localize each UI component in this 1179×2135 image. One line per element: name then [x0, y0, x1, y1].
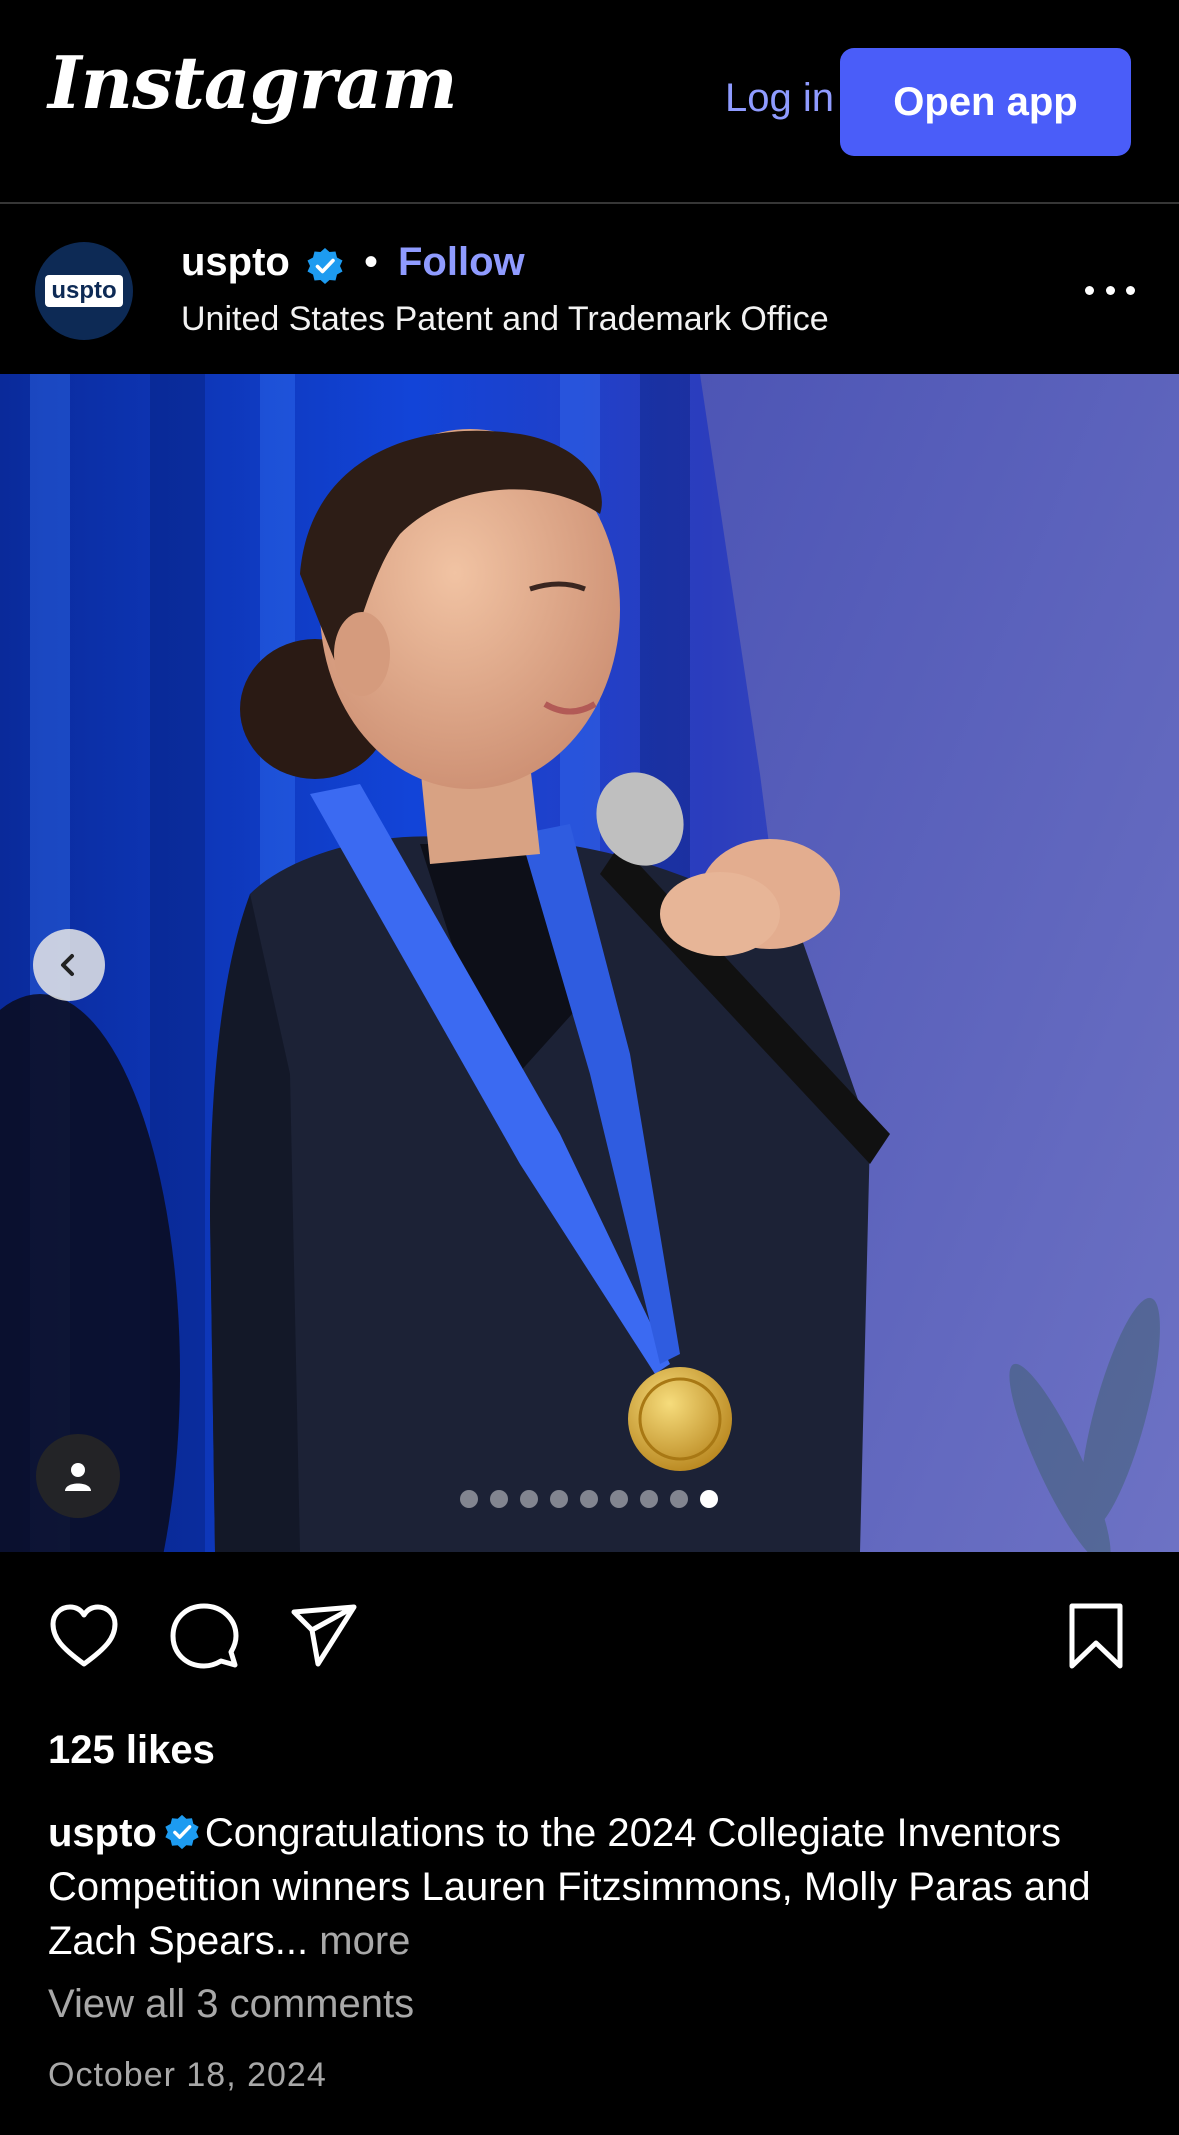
- login-link[interactable]: Log in: [725, 76, 834, 121]
- carousel-dot: [490, 1490, 508, 1508]
- post-image[interactable]: [0, 374, 1179, 1552]
- avatar-logo-text: uspto: [45, 275, 123, 307]
- comment-icon[interactable]: [168, 1600, 240, 1672]
- carousel-dot: [700, 1490, 718, 1508]
- instagram-logo[interactable]: Instagram: [48, 40, 458, 125]
- carousel-dot: [640, 1490, 658, 1508]
- carousel-dot: [550, 1490, 568, 1508]
- post-date: October 18, 2024: [48, 2056, 327, 2094]
- tagged-users-button[interactable]: [36, 1434, 120, 1518]
- carousel-dot: [580, 1490, 598, 1508]
- caption-username[interactable]: uspto: [48, 1811, 157, 1855]
- view-comments-link[interactable]: View all 3 comments: [48, 1982, 414, 2027]
- carousel-dot: [670, 1490, 688, 1508]
- caption-text: Congratulations to the 2024 Collegiate I…: [48, 1811, 1091, 1963]
- post-username[interactable]: uspto: [181, 240, 290, 285]
- chevron-left-icon: [61, 954, 74, 976]
- send-icon[interactable]: [288, 1600, 360, 1672]
- top-navbar: Instagram Log in Open app: [0, 0, 1179, 204]
- separator-dot: •: [364, 240, 379, 284]
- caption-more-link[interactable]: more: [319, 1919, 410, 1963]
- post-actions: [0, 1600, 1179, 1690]
- post-caption: uspto Congratulations to the 2024 Colleg…: [48, 1806, 1138, 1968]
- user-tag-icon: [65, 1463, 91, 1491]
- more-options-icon[interactable]: [1085, 282, 1135, 298]
- likes-count[interactable]: 125 likes: [48, 1728, 215, 1773]
- account-full-name: United States Patent and Trademark Offic…: [181, 300, 829, 338]
- carousel-indicator: [460, 1490, 718, 1508]
- follow-button[interactable]: Follow: [398, 240, 525, 285]
- carousel-prev-button[interactable]: [33, 929, 105, 1001]
- heart-icon[interactable]: [48, 1600, 120, 1672]
- bookmark-icon[interactable]: [1060, 1600, 1132, 1672]
- post-photo-illustration: [0, 374, 1179, 1552]
- post-header: uspto uspto • Follow United States Paten…: [0, 204, 1179, 374]
- verified-badge-icon: [165, 1814, 199, 1850]
- verified-badge-icon: [307, 248, 343, 284]
- open-app-button[interactable]: Open app: [840, 48, 1131, 156]
- carousel-dot: [520, 1490, 538, 1508]
- carousel-dot: [460, 1490, 478, 1508]
- avatar[interactable]: uspto: [35, 242, 133, 340]
- carousel-dot: [610, 1490, 628, 1508]
